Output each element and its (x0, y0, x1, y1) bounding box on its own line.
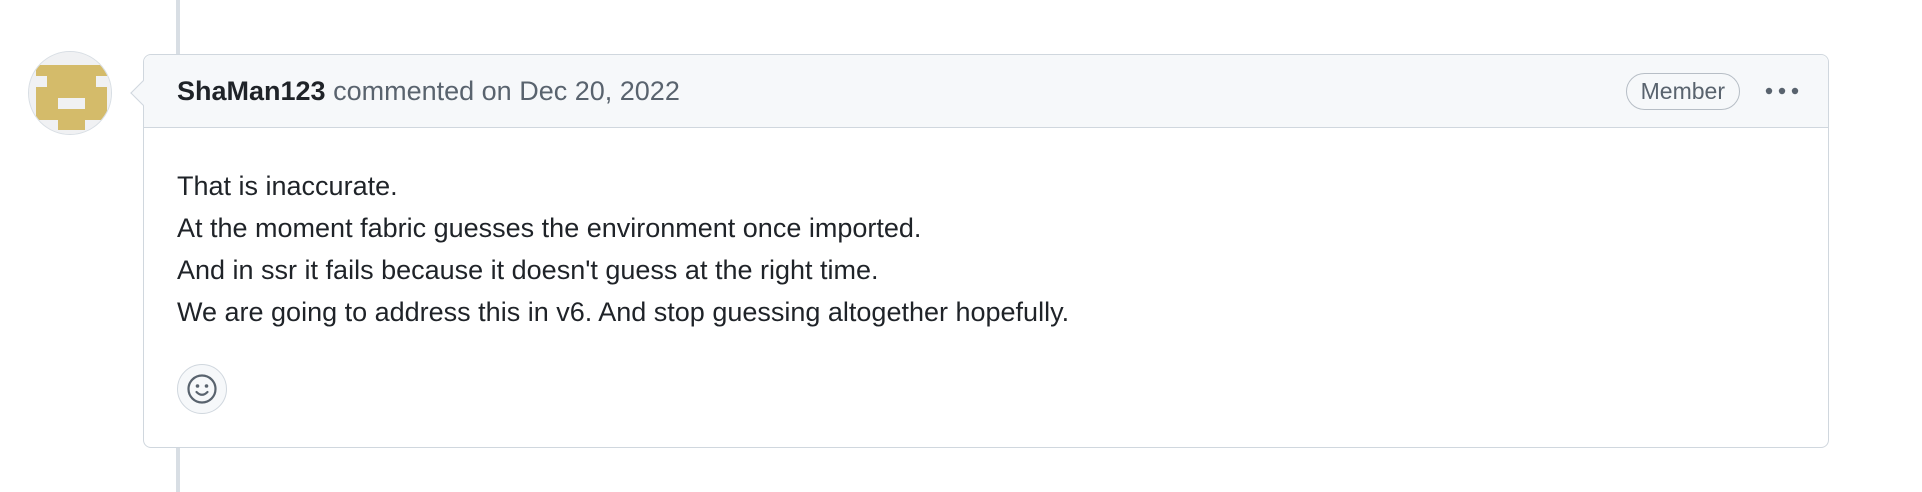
comment-line: And in ssr it fails because it doesn't g… (177, 255, 879, 285)
author-link[interactable]: ShaMan123 (177, 76, 326, 106)
more-options-button[interactable] (1762, 73, 1802, 109)
identicon-icon (29, 52, 111, 134)
add-reaction-button[interactable] (177, 364, 227, 414)
comment-header: ShaMan123 commented on Dec 20, 2022 Memb… (144, 55, 1828, 128)
comment-action: commented on (333, 75, 512, 106)
smiley-icon (187, 374, 217, 404)
comment-line: At the moment fabric guesses the environ… (177, 213, 922, 243)
avatar[interactable] (28, 51, 112, 135)
kebab-horizontal-icon (1765, 87, 1799, 95)
comment-meta: ShaMan123 commented on Dec 20, 2022 (177, 75, 1626, 106)
comment-line: We are going to address this in v6. And … (177, 297, 1070, 327)
comment-box: ShaMan123 commented on Dec 20, 2022 Memb… (130, 54, 1829, 448)
comment-timestamp[interactable]: Dec 20, 2022 (519, 76, 680, 106)
role-badge: Member (1625, 72, 1740, 110)
comment-line: That is inaccurate. (177, 171, 398, 201)
comment-body: That is inaccurate. At the moment fabric… (144, 128, 1828, 333)
